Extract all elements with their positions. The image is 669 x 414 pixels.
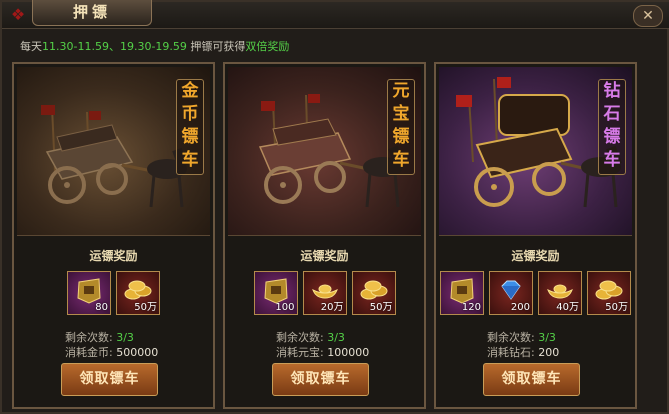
cart-name-char: 车 [392,150,410,170]
double-reward-notice: 每天11.30-11.59、19.30-19.59 押镖可获得双倍奖励 [20,38,289,54]
cart-stats: 剩余次数: 3/3 消耗金币: 500000 [65,330,158,360]
remaining-value: 3/3 [327,331,345,344]
remaining-label: 剩余次数: [487,331,535,344]
cart-illustration: 金币镖车 [17,67,210,235]
cart-illustration: 钻石镖车 [439,67,632,235]
cart-name: 元宝镖车 [387,79,415,175]
reward-item-badge[interactable]: 120 [440,271,484,315]
reward-list: 120 200 40万 50万 [436,271,635,315]
reward-item-gold-coins[interactable]: 50万 [587,271,631,315]
title-bar: ❖ 押镖 ✕ [2,0,669,29]
remaining-value: 3/3 [116,331,134,344]
reward-qty: 80 [95,302,108,313]
cart-name-char: 镖 [603,127,621,147]
cart-name-char: 钻 [603,81,621,101]
gold-badge-icon [263,278,288,304]
cart-card-ingot: 元宝镖车 运镖奖励 100 20万 50万 剩余次数: 3/3 消耗元宝: 10… [223,62,426,409]
reward-item-badge[interactable]: 80 [67,271,111,315]
cart-card-diamond: 钻石镖车 运镖奖励 120 200 40万 50万 剩余次数: 3/3 消耗钻石… [434,62,637,409]
cost-value: 500000 [116,346,159,359]
remaining-label: 剩余次数: [276,331,324,344]
diamond-icon [501,280,521,300]
reward-item-gold-coins[interactable]: 50万 [116,271,160,315]
tab-escort-label: 押镖 [72,3,111,21]
reward-qty: 120 [461,302,481,313]
remaining-label: 剩余次数: [65,331,113,344]
divider [228,235,421,236]
cart-card-gold-coin: 金币镖车 运镖奖励 80 50万 剩余次数: 3/3 消耗金币: 500000 … [12,62,215,409]
cart-name-char: 镖 [392,127,410,147]
notice-middle: 押镖可获得 [186,40,246,53]
cart-name-char: 金 [181,81,199,101]
reward-list: 100 20万 50万 [225,271,424,315]
gold-badge-icon [450,278,474,304]
reward-qty: 50万 [134,302,157,313]
cart-name: 钻石镖车 [598,79,626,175]
gold-badge-icon [77,278,101,304]
cart-name-char: 石 [603,104,621,124]
cost-value: 200 [538,346,560,359]
notice-times: 11.30-11.59、19.30-19.59 [42,40,187,53]
cart-name: 金币镖车 [176,79,204,175]
reward-item-gold-coins[interactable]: 50万 [351,271,396,315]
cart-name-char: 车 [603,150,621,170]
notice-highlight: 双倍奖励 [245,40,290,53]
reward-qty: 50万 [605,302,628,313]
reward-item-gold-ingot[interactable]: 40万 [538,271,582,315]
claim-cart-button[interactable]: 领取镖车 [483,363,580,396]
reward-item-diamond[interactable]: 200 [489,271,533,315]
claim-cart-button[interactable]: 领取镖车 [61,363,158,396]
reward-item-gold-ingot[interactable]: 20万 [302,271,347,315]
cart-name-char: 币 [181,104,199,124]
claim-cart-button[interactable]: 领取镖车 [272,363,369,396]
tab-escort[interactable]: 押镖 [32,0,152,26]
close-icon: ✕ [642,8,654,24]
notice-prefix: 每天 [20,40,42,53]
reward-qty: 50万 [369,302,393,313]
escort-panel: ❖ 押镖 ✕ 每天11.30-11.59、19.30-19.59 押镖可获得双倍… [0,0,669,414]
cost-label: 消耗钻石: [487,346,535,359]
reward-label: 运镖奖励 [300,249,349,263]
divider [17,235,210,236]
reward-label: 运镖奖励 [89,249,138,263]
cart-illustration: 元宝镖车 [228,67,421,235]
reward-qty: 100 [275,302,295,313]
close-button[interactable]: ✕ [633,5,663,27]
cost-label: 消耗金币: [65,346,113,359]
cart-name-char: 宝 [392,104,410,124]
divider [439,235,632,236]
remaining-value: 3/3 [538,331,556,344]
cost-label: 消耗元宝: [276,346,324,359]
reward-qty: 200 [510,302,530,313]
reward-item-badge[interactable]: 100 [253,271,298,315]
reward-list: 80 50万 [14,271,213,315]
cart-stats: 剩余次数: 3/3 消耗钻石: 200 [487,330,559,360]
reward-qty: 20万 [320,302,344,313]
dragon-ornament-icon: ❖ [10,5,26,24]
cart-name-char: 元 [392,81,410,101]
reward-label: 运镖奖励 [511,249,560,263]
cart-name-char: 镖 [181,127,199,147]
cart-name-char: 车 [181,150,199,170]
cart-stats: 剩余次数: 3/3 消耗元宝: 100000 [276,330,369,360]
reward-qty: 40万 [556,302,579,313]
cost-value: 100000 [327,346,370,359]
